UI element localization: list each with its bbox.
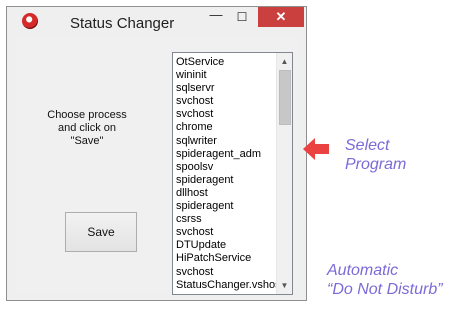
scroll-thumb[interactable] <box>279 70 291 125</box>
process-list-item[interactable]: svchost <box>176 266 276 279</box>
process-list-item[interactable]: chrome <box>176 121 276 134</box>
process-list-item[interactable]: wininit <box>176 69 276 82</box>
select-program-line-1: Select <box>345 137 390 154</box>
process-list-item[interactable]: svchost <box>176 226 276 239</box>
scroll-up-arrow-icon[interactable]: ▲ <box>277 54 292 69</box>
automatic-line-1: Automatic <box>327 262 399 279</box>
instruction-line-3: "Save" <box>70 135 104 147</box>
process-list-item[interactable]: svchost <box>176 95 276 108</box>
automatic-annotation: Automatic “Do Not Disturb” <box>327 261 443 299</box>
pointer-arrow-icon <box>303 138 329 160</box>
close-button[interactable]: ✕ <box>258 7 304 27</box>
process-list-item[interactable]: HiPatchService <box>176 252 276 265</box>
instruction-line-1: Choose process <box>47 109 127 121</box>
select-program-line-2: Program <box>345 156 407 173</box>
process-list-item[interactable]: StatusChanger.vshost <box>176 279 284 292</box>
process-list-item[interactable]: dllhost <box>176 187 276 200</box>
process-list-item[interactable]: spoolsv <box>176 161 276 174</box>
maximize-button[interactable]: ☐ <box>229 7 255 27</box>
process-list-item[interactable]: csrss <box>176 213 276 226</box>
process-listbox[interactable]: OtService wininit sqlservr svchost svchost ch… <box>172 52 293 295</box>
instruction-text: Choose process and click on "Save" <box>31 109 143 148</box>
scroll-down-arrow-icon[interactable]: ▼ <box>277 278 292 293</box>
process-list-item[interactable]: spideragent <box>176 174 276 187</box>
vertical-scrollbar[interactable]: ▲ ▼ <box>276 53 292 294</box>
client-area: Choose process and click on "Save" Save … <box>15 38 298 295</box>
process-list-item[interactable]: spideragent <box>176 200 276 213</box>
process-list-item[interactable]: sqlservr <box>176 82 276 95</box>
automatic-line-2: “Do Not Disturb” <box>327 281 443 298</box>
instruction-line-2: and click on <box>57 122 117 134</box>
app-icon[interactable] <box>22 13 38 29</box>
select-program-annotation: Select Program <box>345 136 406 174</box>
status-changer-window: Status Changer — ☐ ✕ Choose process and … <box>6 6 307 301</box>
save-button[interactable]: Save <box>65 212 137 252</box>
title-bar[interactable]: Status Changer — ☐ ✕ <box>7 7 306 37</box>
process-list-items: OtService wininit sqlservr svchost svchost ch… <box>176 56 284 292</box>
process-list-item[interactable]: DTUpdate <box>176 239 276 252</box>
process-list-item[interactable]: OtService <box>176 56 276 69</box>
process-list-item[interactable]: sqlwriter <box>176 135 276 148</box>
window-title: Status Changer <box>70 15 175 32</box>
minimize-button[interactable]: — <box>203 7 229 27</box>
process-list-item[interactable]: spideragent_adm <box>176 148 276 161</box>
process-list-item[interactable]: svchost <box>176 108 276 121</box>
